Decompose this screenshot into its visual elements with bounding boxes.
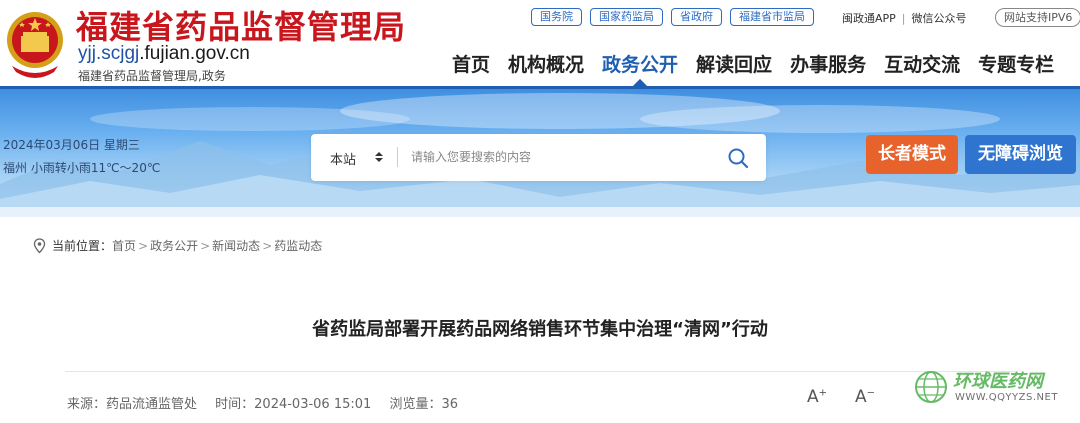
globe-logo-icon xyxy=(915,371,947,403)
breadcrumb-drug-news[interactable]: 药监动态 xyxy=(274,237,322,254)
font-increase-label: A xyxy=(807,387,819,407)
font-decrease-label: A xyxy=(855,387,867,407)
nav-organization[interactable]: 机构概况 xyxy=(508,50,584,77)
app-link[interactable]: 闽政通APP xyxy=(842,12,896,25)
breadcrumb: 当前位置： 首页 > 政务公开 > 新闻动态 > 药监动态 xyxy=(33,237,322,254)
link-provincial-government[interactable]: 省政府 xyxy=(671,8,722,26)
search-icon[interactable] xyxy=(726,146,750,170)
plus-icon: + xyxy=(818,387,828,399)
search-box: 本站 xyxy=(311,134,766,181)
search-scope-select[interactable]: 本站 xyxy=(330,149,356,168)
article-panel: 当前位置： 首页 > 政务公开 > 新闻动态 > 药监动态 省药监局部署开展药品… xyxy=(7,217,1073,423)
article-meta: 来源：药品流通监管处 时间：2024-03-06 15:01 浏览量：36 xyxy=(67,393,472,412)
nav-interaction[interactable]: 互动交流 xyxy=(884,50,960,77)
elder-mode-button[interactable]: 长者模式 xyxy=(866,135,958,174)
font-size-tools: A+ A− xyxy=(807,387,875,407)
article-views: 浏览量：36 xyxy=(389,397,458,412)
top-links: 国务院 国家药监局 省政府 福建省市监局 xyxy=(531,8,814,26)
article-source: 来源：药品流通监管处 xyxy=(67,397,198,412)
breadcrumb-news[interactable]: 新闻动态 xyxy=(212,237,260,254)
breadcrumb-separator: > xyxy=(200,238,211,253)
link-nmpa[interactable]: 国家药监局 xyxy=(590,8,663,26)
watermark-name: 环球医药网 xyxy=(953,371,1043,392)
wechat-link[interactable]: 微信公众号 xyxy=(912,12,967,25)
national-emblem-icon xyxy=(7,12,63,78)
accessibility-button[interactable]: 无障碍浏览 xyxy=(965,135,1076,174)
article-time: 时间：2024-03-06 15:01 xyxy=(215,397,372,412)
breadcrumb-government-affairs[interactable]: 政务公开 xyxy=(150,237,198,254)
nav-home[interactable]: 首页 xyxy=(452,50,490,77)
current-date: 2024年03月06日 星期三 xyxy=(3,138,140,152)
watermark-url: WWW.QQYYZS.NET xyxy=(955,392,1058,403)
nav-services[interactable]: 办事服务 xyxy=(790,50,866,77)
nav-interpretation[interactable]: 解读回应 xyxy=(696,50,772,77)
top-misc-links: 闽政通APP | 微信公众号 xyxy=(842,10,967,26)
content-area: 当前位置： 首页 > 政务公开 > 新闻动态 > 药监动态 省药监局部署开展药品… xyxy=(0,217,1080,423)
breadcrumb-separator: > xyxy=(138,238,149,253)
weather-info: 福州 小雨转小雨11℃～20℃ xyxy=(3,161,161,175)
nav-special-topics[interactable]: 专题专栏 xyxy=(978,50,1054,77)
banner: 2024年03月06日 星期三 福州 小雨转小雨11℃～20℃ 本站 长者模式 … xyxy=(0,89,1080,217)
ipv6-badge: 网站支持IPV6 xyxy=(995,8,1080,27)
divider: | xyxy=(901,12,906,25)
site-subtitle: 福建省药品监督管理局,政务 xyxy=(78,69,226,83)
divider xyxy=(397,147,398,167)
link-provincial-market-regulation[interactable]: 福建省市监局 xyxy=(730,8,814,26)
nav-government-affairs[interactable]: 政务公开 xyxy=(602,50,678,77)
site-name[interactable]: 福建省药品监督管理局 xyxy=(76,2,406,48)
search-input[interactable] xyxy=(411,142,711,172)
link-state-council[interactable]: 国务院 xyxy=(531,8,582,26)
breadcrumb-label: 当前位置： xyxy=(52,239,113,253)
breadcrumb-separator: > xyxy=(262,238,273,253)
main-nav: 首页 机构概况 政务公开 解读回应 办事服务 互动交流 专题专栏 xyxy=(452,50,1072,77)
watermark: 环球医药网 WWW.QQYYZS.NET xyxy=(913,367,1073,413)
location-pin-icon xyxy=(33,237,46,253)
font-increase-button[interactable]: A+ xyxy=(807,387,827,407)
domain-prefix: yjj.scjgj xyxy=(78,43,140,64)
site-domain: yjj.scjgj.fujian.gov.cn xyxy=(78,43,250,65)
article-title: 省药监局部署开展药品网络销售环节集中治理“清网”行动 xyxy=(312,319,768,340)
divider xyxy=(65,371,1015,372)
sort-arrows-icon[interactable] xyxy=(374,149,384,165)
font-decrease-button[interactable]: A− xyxy=(855,387,875,407)
breadcrumb-home[interactable]: 首页 xyxy=(112,237,136,254)
minus-icon: − xyxy=(866,387,876,399)
site-header: 福建省药品监督管理局 yjj.scjgj.fujian.gov.cn 福建省药品… xyxy=(0,0,1080,89)
domain-suffix: .fujian.gov.cn xyxy=(139,43,250,64)
